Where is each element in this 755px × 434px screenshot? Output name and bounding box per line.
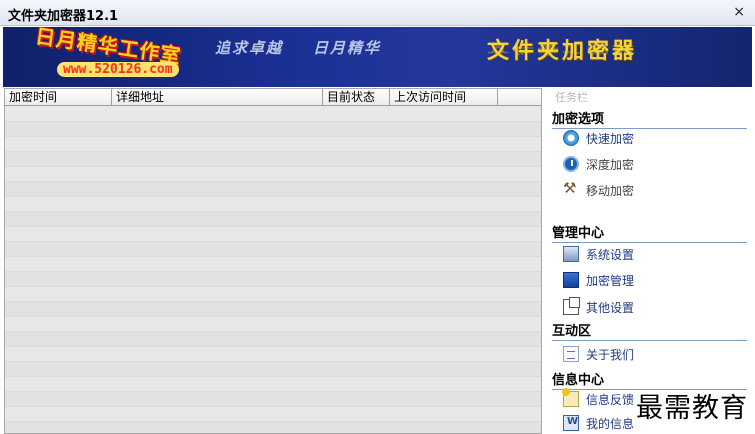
table-row[interactable]: [5, 212, 541, 227]
table-row[interactable]: [5, 317, 541, 332]
table-row[interactable]: [5, 107, 541, 122]
encrypt-manage-label: 加密管理: [586, 273, 635, 288]
other-settings-label: 其他设置: [586, 300, 635, 315]
feedback-button[interactable]: 信息反馈: [562, 388, 635, 408]
column-header-blank[interactable]: [498, 89, 541, 106]
task-panel-header: 任务栏: [555, 91, 588, 104]
table-row[interactable]: [5, 257, 541, 272]
window-title: 文件夹加密器12.1: [8, 9, 119, 24]
my-info-label: 我的信息: [586, 416, 635, 431]
table-row[interactable]: [5, 122, 541, 137]
column-header-last-access[interactable]: 上次访问时间: [390, 89, 498, 106]
move-encrypt-label: 移动加密: [586, 183, 635, 198]
table-row[interactable]: [5, 227, 541, 242]
title-bar: 文件夹加密器12.1 ×: [0, 0, 755, 26]
table-row[interactable]: [5, 377, 541, 392]
encrypt-manage-icon: [563, 272, 579, 288]
other-settings-button[interactable]: 其他设置: [563, 297, 635, 316]
table-row[interactable]: [5, 392, 541, 407]
section-encrypt-options: 加密选项: [552, 108, 747, 129]
table-row[interactable]: [5, 152, 541, 167]
watermark: 最需教育: [636, 393, 748, 424]
section-interaction: 互动区: [552, 320, 747, 341]
feedback-label: 信息反馈: [586, 392, 635, 407]
system-settings-icon: [563, 246, 579, 262]
column-header-path[interactable]: 详细地址: [112, 89, 323, 106]
quick-encrypt-label: 快速加密: [586, 131, 635, 146]
column-header-status[interactable]: 目前状态: [323, 89, 390, 106]
system-settings-button[interactable]: 系统设置: [563, 245, 634, 263]
task-panel: 任务栏 加密选项 快速加密 深度加密 移动加密 管理中心 系统设置 加密管理 其…: [545, 88, 755, 434]
other-settings-icon: [563, 297, 580, 315]
table-row[interactable]: [5, 287, 541, 302]
table-body: [5, 107, 541, 433]
my-info-button[interactable]: 我的信息: [563, 414, 634, 432]
table-row[interactable]: [5, 167, 541, 182]
column-header-encrypt-time[interactable]: 加密时间: [5, 89, 112, 106]
studio-logo: 日月精华工作室 www.520126.com: [13, 27, 213, 86]
section-management: 管理中心: [552, 222, 747, 243]
table-header: 加密时间 详细地址 目前状态 上次访问时间: [5, 89, 541, 106]
slogan-1: 追求卓越: [215, 39, 284, 57]
table-row[interactable]: [5, 407, 541, 422]
logo-url: www.520126.com: [57, 62, 179, 77]
word-doc-icon: [563, 415, 579, 431]
table-row[interactable]: [5, 197, 541, 212]
brand-reflection: 文件夹加密器: [487, 40, 638, 56]
encrypted-folders-table[interactable]: 加密时间 详细地址 目前状态 上次访问时间: [4, 88, 542, 434]
system-settings-label: 系统设置: [586, 247, 635, 262]
about-us-button[interactable]: 关于我们: [563, 345, 634, 363]
slogan-2: 日月精华: [313, 39, 382, 57]
close-icon[interactable]: ×: [733, 4, 745, 20]
document-icon: [563, 346, 579, 362]
feedback-icon: [562, 388, 579, 407]
table-row[interactable]: [5, 242, 541, 257]
table-row[interactable]: [5, 182, 541, 197]
deep-encrypt-label: 深度加密: [586, 157, 635, 172]
table-row[interactable]: [5, 362, 541, 377]
table-row[interactable]: [5, 332, 541, 347]
about-us-label: 关于我们: [586, 347, 635, 362]
table-row[interactable]: [5, 302, 541, 317]
table-row[interactable]: [5, 137, 541, 152]
table-row[interactable]: [5, 422, 541, 433]
quick-encrypt-button[interactable]: 快速加密: [563, 129, 634, 147]
table-row[interactable]: [5, 272, 541, 287]
move-encrypt-button[interactable]: 移动加密: [563, 179, 635, 199]
deep-encrypt-button[interactable]: 深度加密: [563, 155, 634, 173]
tools-icon: [563, 179, 579, 198]
deep-encrypt-icon: [563, 156, 579, 172]
quick-encrypt-icon: [563, 130, 579, 146]
table-row[interactable]: [5, 347, 541, 362]
encrypt-manage-button[interactable]: 加密管理: [563, 271, 634, 289]
app-banner: 日月精华工作室 www.520126.com 追求卓越 日月精华 文件夹加密器 …: [3, 27, 752, 87]
